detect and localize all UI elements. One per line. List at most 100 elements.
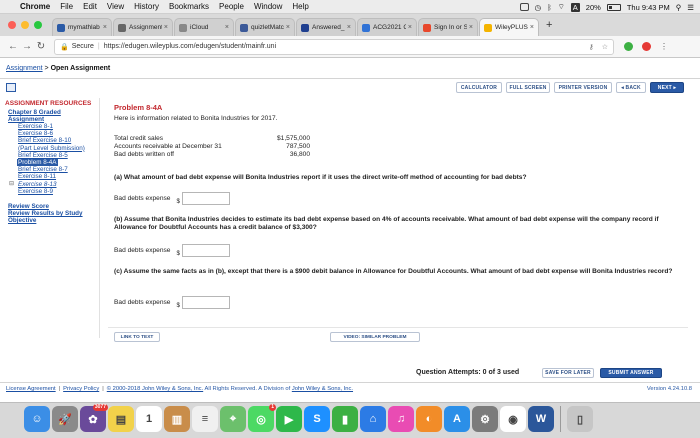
sidebar-item-problem-8-4a[interactable]: Problem 8-4A bbox=[17, 159, 58, 167]
link-to-text-button[interactable]: LINK TO TEXT bbox=[114, 332, 160, 342]
back-arrow-icon[interactable]: ← bbox=[6, 41, 20, 52]
menu-people[interactable]: People bbox=[219, 2, 244, 11]
chrome-icon[interactable]: ◉ bbox=[500, 406, 526, 432]
submit-answer-button[interactable]: SUBMIT ANSWER bbox=[600, 368, 662, 378]
new-tab-button[interactable]: + bbox=[546, 19, 552, 31]
browser-tab[interactable]: iCloud × bbox=[174, 18, 234, 36]
back-button[interactable]: ◂ BACK bbox=[616, 82, 646, 93]
privacy-policy-link[interactable]: Privacy Policy bbox=[63, 386, 99, 392]
forward-arrow-icon[interactable]: → bbox=[20, 41, 34, 52]
chrome-menu-icon[interactable]: ⋮ bbox=[660, 42, 668, 51]
messages-icon[interactable]: ◎ 1 bbox=[248, 404, 276, 432]
menu-help[interactable]: Help bbox=[292, 2, 308, 11]
browser-tab[interactable]: WileyPLUS × bbox=[479, 18, 539, 36]
tab-close-icon[interactable]: × bbox=[530, 24, 534, 31]
wifi-icon[interactable]: ⌔ bbox=[558, 2, 565, 12]
save-for-later-button[interactable]: SAVE FOR LATER bbox=[542, 368, 594, 378]
itunes-icon[interactable]: ♫ bbox=[388, 406, 414, 432]
browser-tab[interactable]: quizletMatch × bbox=[235, 18, 295, 36]
tab-close-icon[interactable]: × bbox=[347, 24, 351, 31]
sidebar-item-exercise-8-11[interactable]: Exercise 8-11 bbox=[18, 173, 99, 180]
tab-close-icon[interactable]: × bbox=[408, 24, 412, 31]
menu-window[interactable]: Window bbox=[254, 2, 282, 11]
address-bar[interactable]: 🔒 Secure | https://edugen.wileyplus.com/… bbox=[54, 38, 614, 55]
tab-close-icon[interactable]: × bbox=[286, 24, 290, 31]
bookmark-star-icon[interactable]: ☆ bbox=[602, 43, 608, 51]
extension-red-icon[interactable] bbox=[642, 42, 651, 51]
trash-icon[interactable]: ▯ bbox=[567, 406, 593, 432]
sidebar-item-brief-exercise-8-10[interactable]: Brief Exercise 8-10 bbox=[18, 137, 99, 144]
notes-icon[interactable]: ▤ bbox=[108, 406, 134, 432]
menu-edit[interactable]: Edit bbox=[83, 2, 97, 11]
url-text[interactable]: https://edugen.wileyplus.com/edugen/stud… bbox=[104, 43, 276, 50]
notification-center-icon[interactable]: ☰ bbox=[687, 3, 694, 12]
zoom-window-icon[interactable] bbox=[34, 21, 42, 29]
license-agreement-link[interactable]: License Agreement bbox=[6, 386, 56, 392]
browser-tab[interactable]: Sign In or Sig× bbox=[418, 18, 478, 36]
tab-close-icon[interactable]: × bbox=[225, 24, 229, 31]
browser-tab[interactable]: mymathlab - × bbox=[52, 18, 112, 36]
spotlight-icon[interactable]: ⚲ bbox=[676, 3, 682, 12]
ibooks-icon[interactable]: ◐ bbox=[416, 406, 442, 432]
bad-debts-expense-input-c[interactable] bbox=[181, 296, 230, 309]
calendar-icon[interactable]: 1 bbox=[136, 406, 162, 432]
browser-tab[interactable]: Assignments× bbox=[113, 18, 173, 36]
adobe-icon[interactable]: A bbox=[570, 2, 580, 12]
maps-icon[interactable]: ⌖ bbox=[220, 406, 246, 432]
copyright-link[interactable]: © 2000-2018 John Wiley & Sons, Inc. bbox=[107, 386, 203, 392]
bad-debts-expense-input-a[interactable] bbox=[181, 192, 230, 205]
review-results-link[interactable]: Review Results by Study bbox=[8, 210, 99, 217]
tree-toggle-icon[interactable]: ⊟ bbox=[9, 181, 14, 188]
sidebar-item-exercise-8-1[interactable]: Exercise 8-1 bbox=[18, 123, 99, 130]
sidebar-item-brief-exercise-8-7[interactable]: Brief Exercise 8-7 bbox=[18, 166, 99, 173]
sidebar-item-exercise-8-6[interactable]: Exercise 8-6 bbox=[18, 130, 99, 137]
sidebar-item-part-level[interactable]: (Part Level Submission) bbox=[18, 145, 99, 152]
keynote-icon[interactable]: ⌂ bbox=[360, 406, 386, 432]
review-results-link-cont[interactable]: Objective bbox=[8, 217, 99, 224]
finder-icon[interactable]: ☺ bbox=[24, 406, 50, 432]
facetime-icon[interactable]: ▶ bbox=[276, 406, 302, 432]
reload-icon[interactable]: ↻ bbox=[34, 41, 48, 52]
browser-tab[interactable]: Answered_H× bbox=[296, 18, 356, 36]
calculator-button[interactable]: CALCULATOR bbox=[456, 82, 502, 93]
menu-history[interactable]: History bbox=[134, 2, 159, 11]
sidebar-item-exercise-8-9[interactable]: Exercise 8-9 bbox=[18, 188, 99, 195]
browser-tab[interactable]: ACG2021 Ch× bbox=[357, 18, 417, 36]
close-window-icon[interactable] bbox=[8, 21, 16, 29]
battery-icon[interactable] bbox=[606, 3, 621, 11]
time-machine-icon[interactable]: ◷ bbox=[535, 3, 542, 12]
screen-share-icon[interactable] bbox=[519, 3, 529, 11]
bad-debts-expense-input-b[interactable] bbox=[181, 244, 230, 257]
photos-icon[interactable]: ✿ 3077 bbox=[80, 404, 108, 432]
sidebar-item-brief-exercise-8-5[interactable]: Brief Exercise 8-5 bbox=[18, 152, 99, 159]
bluetooth-icon[interactable]: ᛒ bbox=[547, 3, 552, 12]
battery-percent[interactable]: 20% bbox=[586, 3, 601, 12]
menu-app-name[interactable]: Chrome bbox=[20, 2, 50, 11]
breadcrumb-assignment-link[interactable]: Assignment bbox=[6, 65, 43, 72]
video-similar-problem-button[interactable]: VIDEO: SIMILAR PROBLEM bbox=[330, 332, 420, 342]
full-screen-button[interactable]: FULL SCREEN bbox=[506, 82, 550, 93]
menu-file[interactable]: File bbox=[60, 2, 73, 11]
key-icon[interactable]: ⚷ bbox=[589, 43, 594, 51]
tab-close-icon[interactable]: × bbox=[164, 24, 168, 31]
next-button[interactable]: NEXT ▸ bbox=[650, 82, 684, 93]
settings-icon[interactable]: ⚙ bbox=[472, 406, 498, 432]
toggle-panel-icon[interactable] bbox=[6, 83, 16, 92]
sidebar-item-exercise-8-13[interactable]: ⊟ Exercise 8-13 bbox=[9, 181, 99, 188]
chegg-icon[interactable]: S bbox=[304, 406, 330, 432]
sidebar-chapter-link[interactable]: Chapter 8 Graded bbox=[8, 109, 99, 116]
extension-green-icon[interactable] bbox=[624, 42, 633, 51]
review-score-link[interactable]: Review Score bbox=[8, 203, 99, 210]
menu-view[interactable]: View bbox=[107, 2, 124, 11]
numbers-icon[interactable]: ▮ bbox=[332, 406, 358, 432]
reminders-icon[interactable]: ≡ bbox=[192, 406, 218, 432]
contacts-icon[interactable]: ▥ bbox=[164, 406, 190, 432]
wiley-link[interactable]: John Wiley & Sons, Inc. bbox=[292, 386, 353, 392]
menu-clock[interactable]: Thu 9:43 PM bbox=[627, 3, 670, 12]
printer-version-button[interactable]: PRINTER VERSION bbox=[554, 82, 612, 93]
minimize-window-icon[interactable] bbox=[21, 21, 29, 29]
word-icon[interactable]: W bbox=[528, 406, 554, 432]
sidebar-chapter-link-cont[interactable]: Assignment bbox=[8, 116, 99, 123]
appstore-icon[interactable]: A bbox=[444, 406, 470, 432]
tab-close-icon[interactable]: × bbox=[103, 24, 107, 31]
